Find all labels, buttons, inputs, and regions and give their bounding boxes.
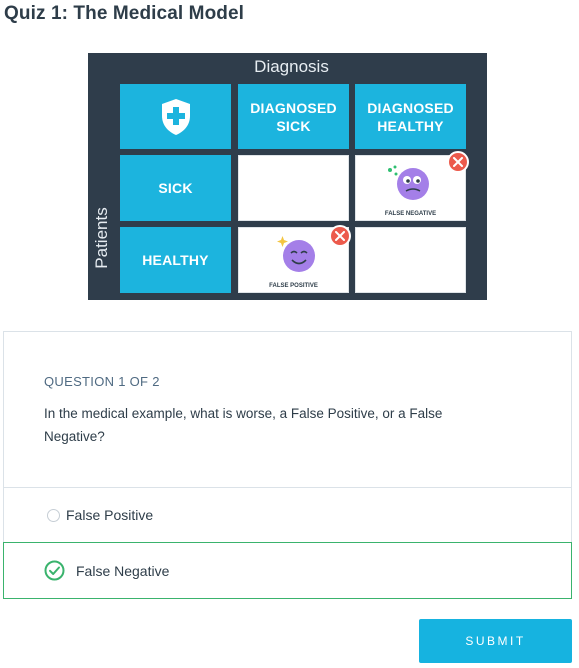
check-circle-icon[interactable]: [44, 560, 65, 581]
question-number: QUESTION 1 OF 2: [44, 374, 160, 389]
question-card: QUESTION 1 OF 2 In the medical example, …: [3, 331, 572, 487]
option-label: False Positive: [66, 507, 154, 523]
header-diagnosed-healthy: DIAGNOSED HEALTHY: [355, 84, 466, 149]
happy-face-icon: [277, 236, 315, 272]
false-positive-caption: FALSE POSITIVE: [269, 283, 318, 289]
true-negative-cell: [355, 227, 466, 293]
question-text: In the medical example, what is worse, a…: [44, 406, 443, 444]
x-icon: [329, 225, 351, 247]
false-negative-caption: FALSE NEGATIVE: [384, 211, 437, 217]
x-icon: [447, 151, 469, 173]
option-false-negative[interactable]: False Negative: [3, 542, 572, 599]
true-positive-cell: [238, 155, 349, 221]
row-label-sick: SICK: [120, 155, 231, 221]
header-diagnosed-sick: DIAGNOSED SICK: [238, 84, 349, 149]
option-false-positive[interactable]: False Positive: [3, 487, 572, 542]
option-label: False Negative: [76, 563, 170, 579]
confusion-matrix-figure: Diagnosis Patients DIAGNOSED SICK DIAGNO…: [88, 53, 487, 300]
row-label-healthy: HEALTHY: [120, 227, 231, 293]
figure-title: Diagnosis: [254, 57, 329, 76]
page-title: Quiz 1: The Medical Model: [4, 3, 245, 24]
sick-face-icon: [388, 165, 429, 200]
shield-cell: [120, 84, 231, 149]
figure-side-label: Patients: [92, 207, 111, 269]
radio-icon[interactable]: [47, 509, 60, 522]
submit-button[interactable]: SUBMIT: [419, 619, 572, 663]
shield-plus-icon: [161, 98, 190, 135]
